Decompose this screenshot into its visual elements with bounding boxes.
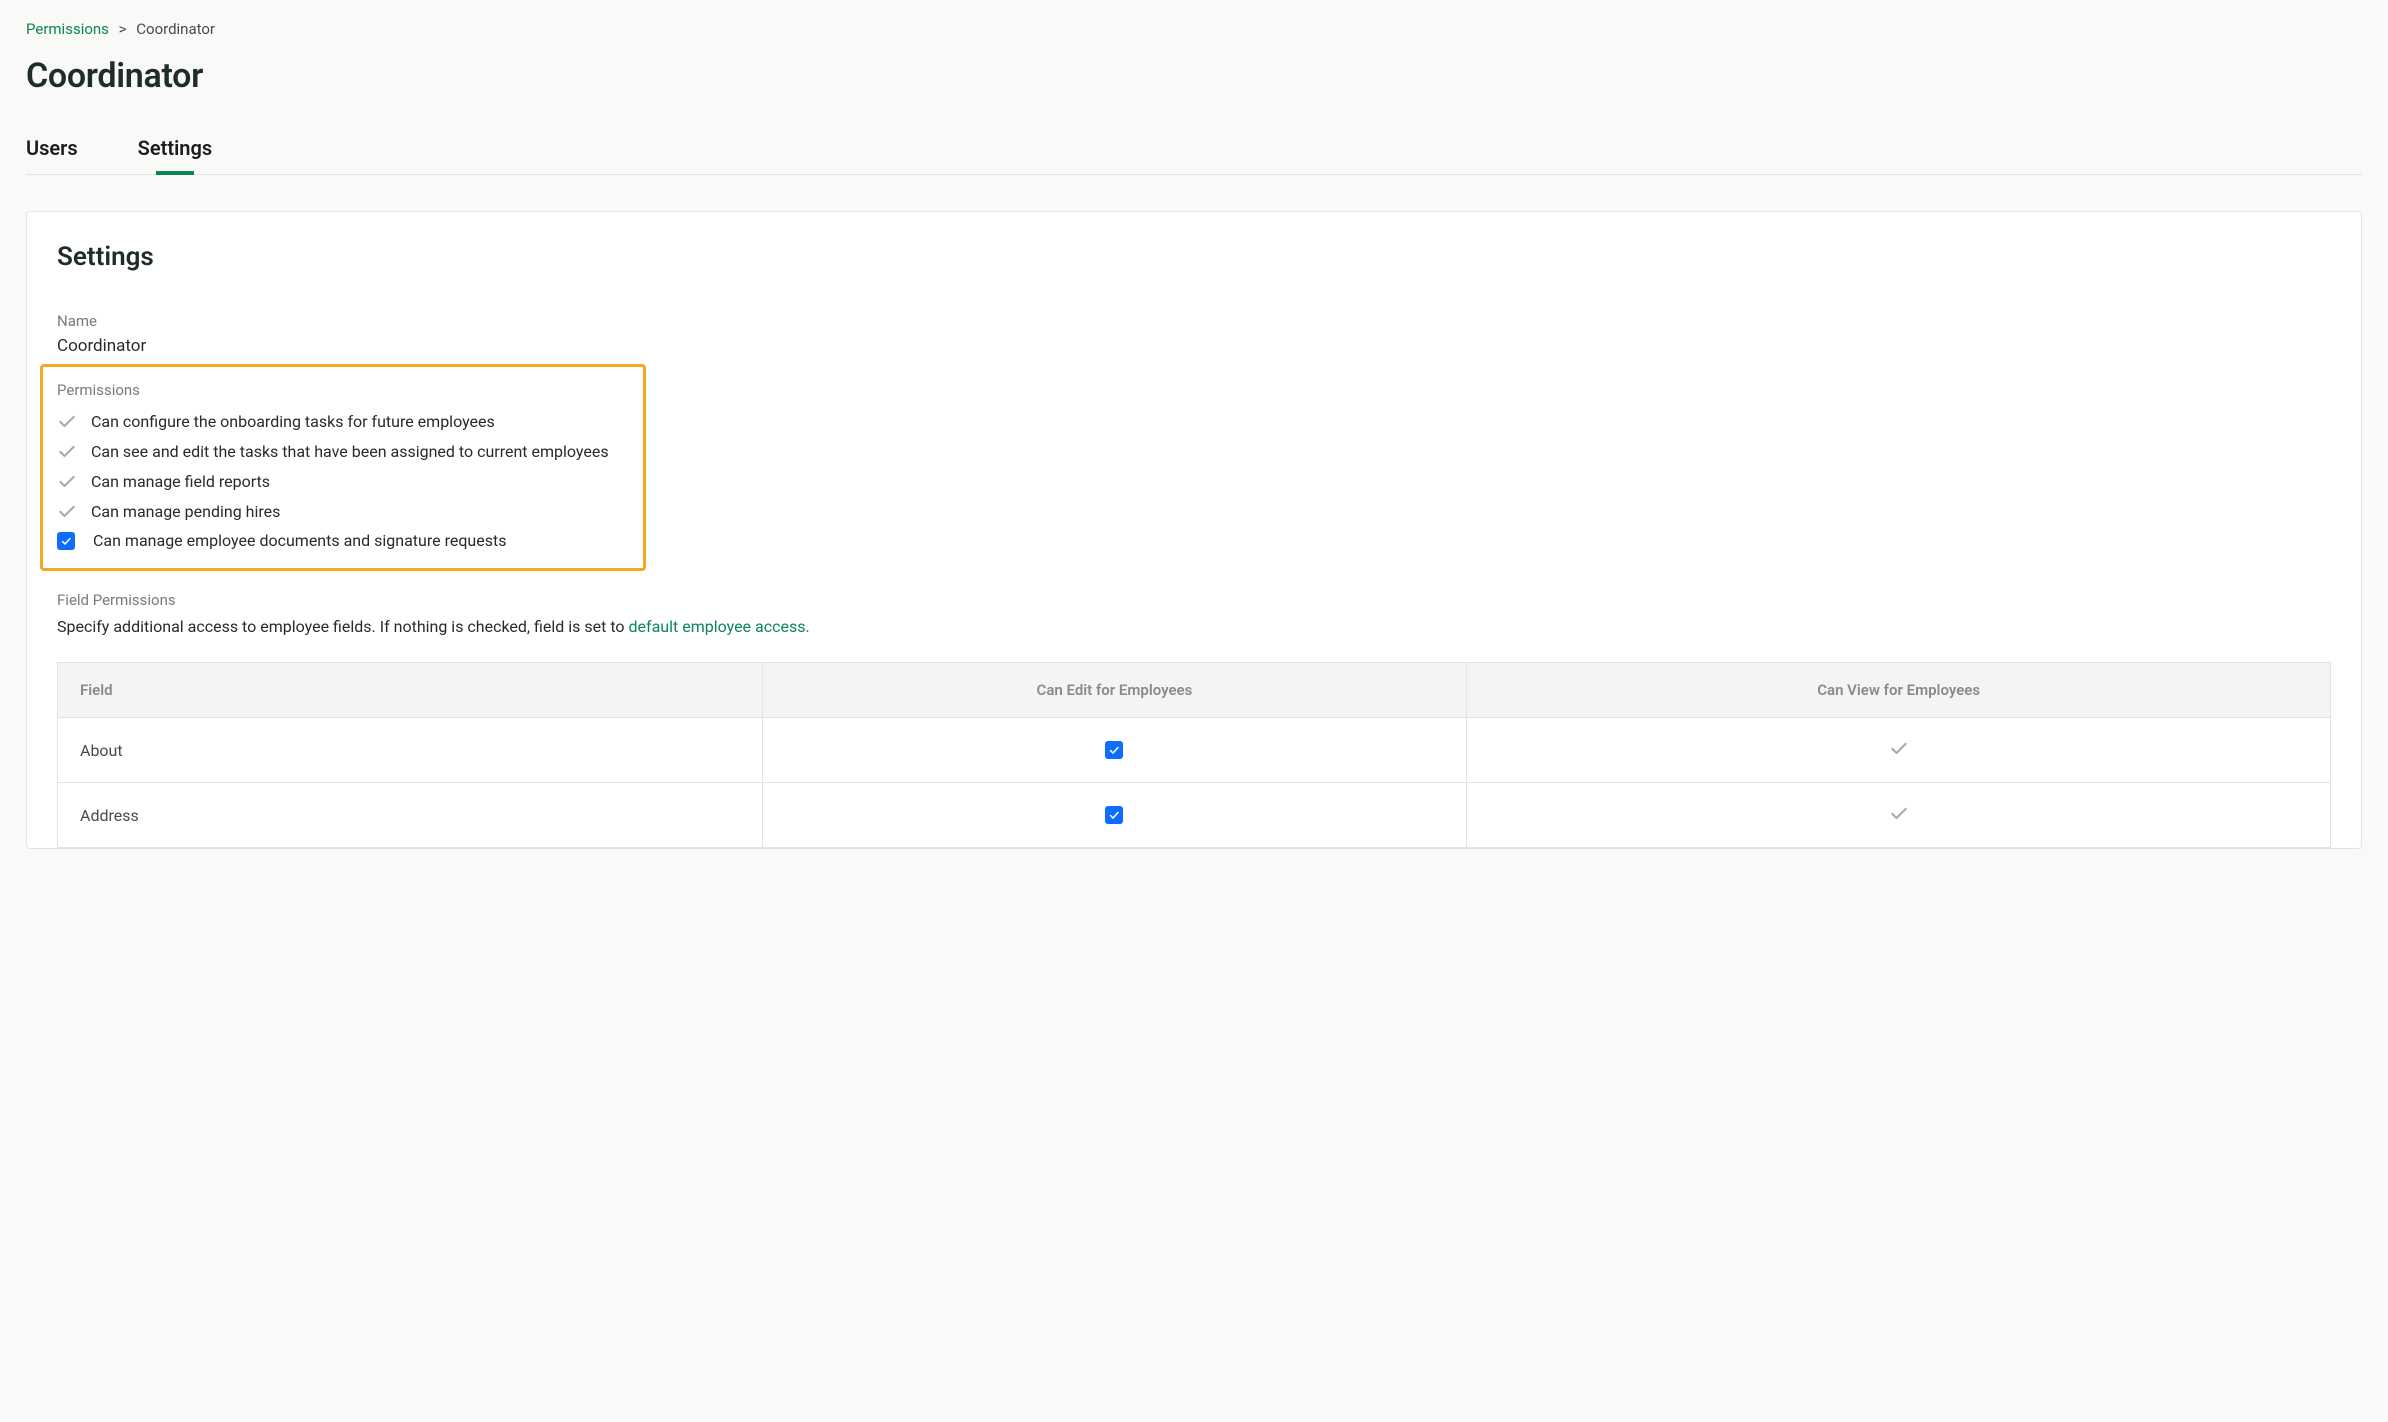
check-icon	[57, 441, 77, 461]
check-icon	[57, 471, 77, 491]
check-icon	[1889, 803, 1909, 823]
permission-label: Can manage field reports	[91, 472, 270, 491]
field-cell: Address	[58, 783, 763, 848]
panel-title: Settings	[57, 242, 2331, 272]
field-permissions-label: Field Permissions	[57, 591, 2331, 609]
table-header-field: Field	[58, 663, 763, 718]
checkbox-checked-icon[interactable]	[57, 532, 75, 550]
field-permissions-desc: Specify additional access to employee fi…	[57, 617, 2331, 636]
permission-item: Can manage employee documents and signat…	[57, 531, 629, 550]
permission-label: Can manage pending hires	[91, 502, 280, 521]
permission-item: Can manage pending hires	[57, 501, 629, 521]
breadcrumb-root-link[interactable]: Permissions	[26, 20, 109, 38]
tab-settings[interactable]: Settings	[138, 136, 212, 174]
default-employee-access-link[interactable]: default employee access.	[629, 617, 810, 636]
view-cell	[1467, 783, 2331, 848]
view-cell	[1467, 718, 2331, 783]
breadcrumb-current: Coordinator	[136, 20, 215, 38]
table-row: Address	[58, 783, 2331, 848]
page-title: Coordinator	[26, 56, 2362, 96]
permission-label: Can configure the onboarding tasks for f…	[91, 412, 495, 431]
checkbox-checked-icon[interactable]	[1105, 741, 1123, 759]
breadcrumb: Permissions > Coordinator	[26, 20, 2362, 38]
check-icon	[1889, 738, 1909, 758]
tab-users[interactable]: Users	[26, 136, 78, 174]
edit-cell	[762, 783, 1467, 848]
edit-cell	[762, 718, 1467, 783]
checkbox-checked-icon[interactable]	[1105, 806, 1123, 824]
permission-item: Can see and edit the tasks that have bee…	[57, 441, 629, 461]
name-value: Coordinator	[57, 336, 2331, 356]
field-permissions-desc-text: Specify additional access to employee fi…	[57, 617, 629, 636]
permission-label: Can see and edit the tasks that have bee…	[91, 442, 609, 461]
permissions-label: Permissions	[57, 381, 629, 399]
check-icon	[57, 411, 77, 431]
table-row: About	[58, 718, 2331, 783]
check-icon	[57, 501, 77, 521]
permission-label: Can manage employee documents and signat…	[93, 531, 506, 550]
name-label: Name	[57, 312, 2331, 330]
field-cell: About	[58, 718, 763, 783]
permissions-highlight-box: Permissions Can configure the onboarding…	[40, 364, 646, 571]
field-permissions-table: Field Can Edit for Employees Can View fo…	[57, 662, 2331, 848]
table-header-can-edit: Can Edit for Employees	[762, 663, 1467, 718]
settings-panel: Settings Name Coordinator Permissions Ca…	[26, 211, 2362, 849]
breadcrumb-separator: >	[119, 20, 127, 38]
tabs: Users Settings	[26, 136, 2362, 175]
permission-item: Can configure the onboarding tasks for f…	[57, 411, 629, 431]
table-header-can-view: Can View for Employees	[1467, 663, 2331, 718]
permission-item: Can manage field reports	[57, 471, 629, 491]
